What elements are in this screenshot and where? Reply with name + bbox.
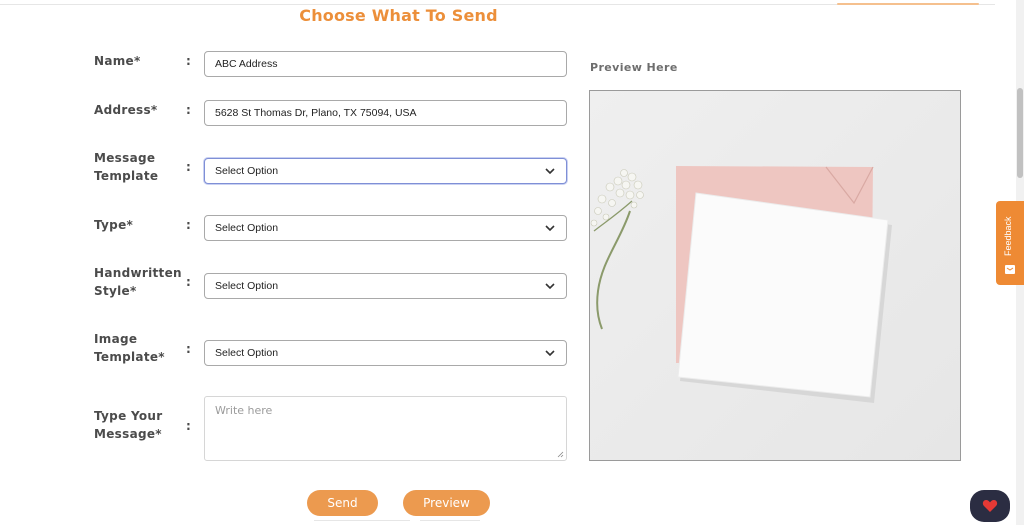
feedback-label: Feedback [1003,216,1013,256]
preview-title: Preview Here [590,61,678,74]
chevron-down-icon [545,350,555,357]
type-colon: : [186,218,191,232]
type-label: Type* [94,218,134,232]
message-template-colon: : [186,160,191,174]
favorite-button[interactable] [970,490,1010,522]
top-accent-bar [837,3,979,5]
scrollbar-thumb[interactable] [1017,88,1023,178]
image-template-value: Select Option [215,347,279,359]
handwritten-style-label: Handwritten Style* [94,266,182,298]
address-label: Address* [94,103,158,117]
image-template-label: Image Template* [94,332,165,364]
message-label: Type Your Message* [94,409,163,441]
handwritten-style-colon: : [186,275,191,289]
chevron-down-icon [545,225,555,232]
message-placeholder: Write here [215,404,273,417]
bottom-tab [420,520,480,525]
address-colon: : [186,103,191,117]
name-input[interactable]: ABC Address [204,51,567,77]
resize-handle-icon[interactable] [557,451,564,458]
handwritten-style-value: Select Option [215,280,279,292]
address-input[interactable]: 5628 St Thomas Dr, Plano, TX 75094, USA [204,100,567,126]
image-template-select[interactable]: Select Option [204,340,567,366]
message-template-label: Message Template [94,151,159,183]
preview-button[interactable]: Preview [403,490,490,516]
type-value: Select Option [215,222,279,234]
send-button[interactable]: Send [307,490,378,516]
chevron-down-icon [545,168,555,175]
bottom-tab [314,520,374,525]
card-envelope-illustration [590,91,960,460]
page-title: Choose What To Send [299,6,498,25]
name-colon: : [186,54,191,68]
preview-image [589,90,961,461]
message-textarea[interactable]: Write here [204,396,567,461]
feedback-icon [1005,265,1015,274]
type-select[interactable]: Select Option [204,215,567,241]
bottom-tab [374,520,410,525]
image-template-colon: : [186,342,191,356]
handwritten-style-select[interactable]: Select Option [204,273,567,299]
name-label: Name* [94,54,141,68]
message-colon: : [186,419,191,433]
heart-icon [982,499,998,512]
message-template-select[interactable]: Select Option [204,158,567,184]
chevron-down-icon [545,283,555,290]
message-template-value: Select Option [215,165,279,177]
